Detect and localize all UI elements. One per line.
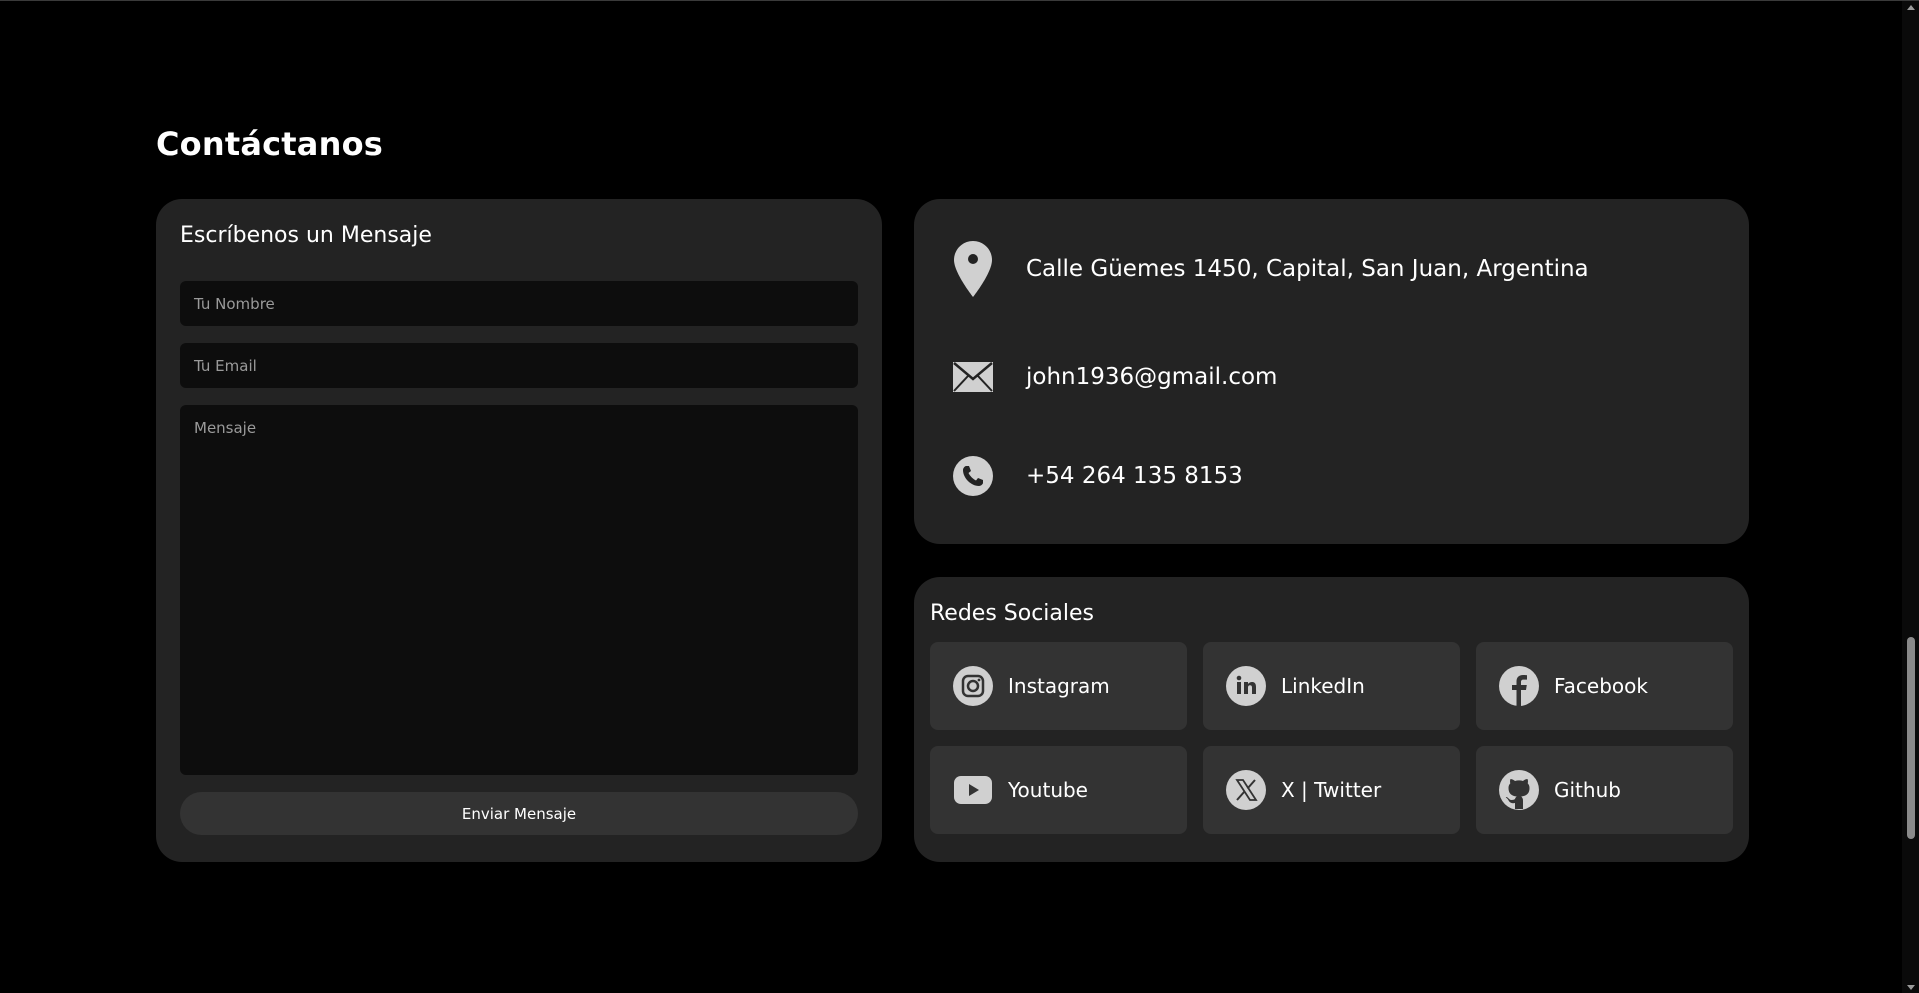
- social-label: X | Twitter: [1281, 778, 1382, 802]
- email-text: john1936@gmail.com: [1026, 364, 1278, 390]
- contact-page: Contáctanos Escríbenos un Mensaje Tu Nom…: [0, 0, 1919, 993]
- email-input-placeholder: Tu Email: [194, 356, 257, 375]
- social-label: Instagram: [1008, 674, 1110, 698]
- message-textarea-placeholder: Mensaje: [194, 419, 257, 437]
- location-pin-icon: [952, 239, 994, 299]
- social-link-instagram[interactable]: Instagram: [930, 642, 1187, 730]
- linkedin-icon: [1225, 665, 1267, 707]
- social-card: Redes Sociales Instagram LinkedIn Facebo…: [914, 577, 1749, 862]
- scroll-up-arrow-icon[interactable]: [1907, 5, 1915, 10]
- scrollbar-thumb[interactable]: [1907, 637, 1915, 839]
- address-text: Calle Güemes 1450, Capital, San Juan, Ar…: [1026, 256, 1589, 282]
- contact-form-card: Escríbenos un Mensaje Tu Nombre Tu Email…: [156, 199, 882, 862]
- social-link-linkedin[interactable]: LinkedIn: [1203, 642, 1460, 730]
- scroll-down-arrow-icon[interactable]: [1907, 985, 1915, 990]
- social-label: LinkedIn: [1281, 674, 1365, 698]
- social-label: Facebook: [1554, 674, 1648, 698]
- social-link-youtube[interactable]: Youtube: [930, 746, 1187, 834]
- send-message-label: Enviar Mensaje: [461, 804, 577, 823]
- social-label: Youtube: [1008, 778, 1088, 802]
- social-link-facebook[interactable]: Facebook: [1476, 642, 1733, 730]
- page-scrollbar[interactable]: [1902, 1, 1919, 993]
- name-input-placeholder: Tu Nombre: [194, 294, 275, 313]
- send-message-button[interactable]: Enviar Mensaje: [180, 792, 858, 835]
- envelope-icon: [952, 347, 994, 407]
- social-label: Github: [1554, 778, 1621, 802]
- instagram-icon: [952, 665, 994, 707]
- facebook-icon: [1498, 665, 1540, 707]
- youtube-icon: [952, 769, 994, 811]
- address-row: Calle Güemes 1450, Capital, San Juan, Ar…: [952, 239, 1589, 299]
- page-title: Contáctanos: [156, 125, 384, 163]
- message-textarea[interactable]: Mensaje: [180, 405, 858, 775]
- email-row: john1936@gmail.com: [952, 347, 1277, 407]
- email-input[interactable]: Tu Email: [180, 343, 858, 388]
- social-link-github[interactable]: Github: [1476, 746, 1733, 834]
- social-title: Redes Sociales: [930, 601, 1095, 626]
- name-input[interactable]: Tu Nombre: [180, 281, 858, 326]
- contact-info-card: Calle Güemes 1450, Capital, San Juan, Ar…: [914, 199, 1749, 544]
- phone-text: +54 264 135 8153: [1026, 463, 1243, 489]
- phone-row: +54 264 135 8153: [952, 446, 1243, 506]
- form-title: Escríbenos un Mensaje: [180, 223, 432, 248]
- social-grid: Instagram LinkedIn Facebook Youtube X | …: [930, 642, 1733, 834]
- x-twitter-icon: [1225, 769, 1267, 811]
- social-link-x-twitter[interactable]: X | Twitter: [1203, 746, 1460, 834]
- github-icon: [1498, 769, 1540, 811]
- phone-icon: [952, 446, 994, 506]
